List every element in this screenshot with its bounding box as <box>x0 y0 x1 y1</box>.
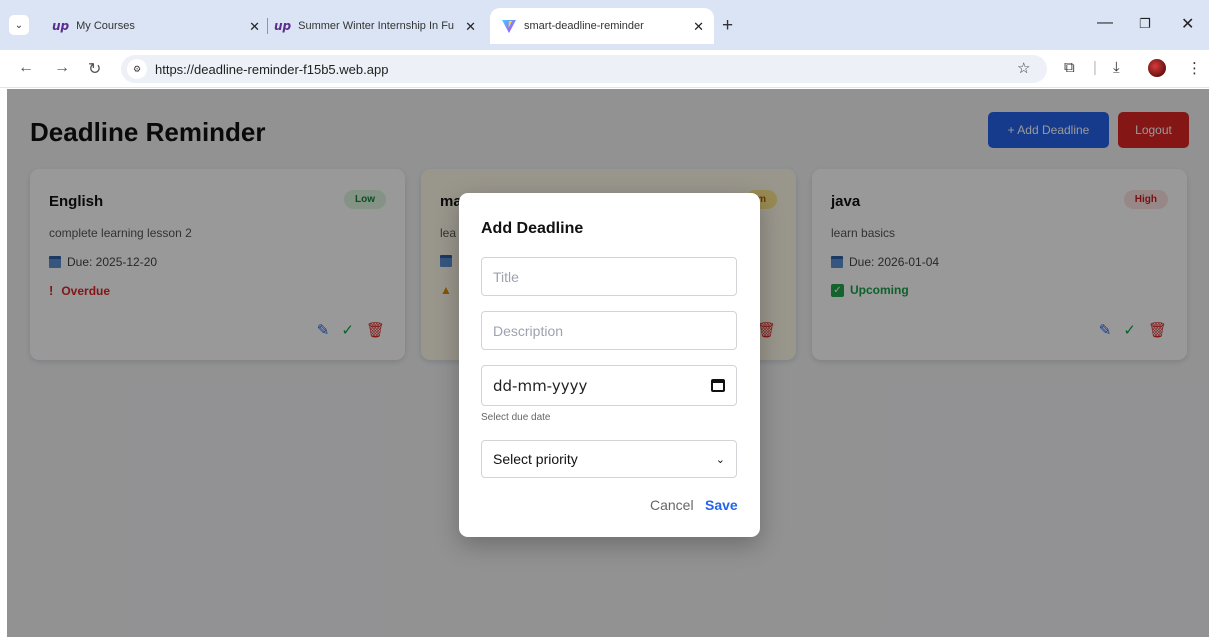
tab-close-icon[interactable]: ✕ <box>249 19 260 35</box>
chevron-down-icon: ⌄ <box>715 453 725 466</box>
extensions-icon[interactable]: ⧉ <box>1064 59 1075 76</box>
window-close-icon[interactable]: ✕ <box>1181 14 1194 34</box>
save-button[interactable]: Save <box>705 497 738 513</box>
priority-select[interactable]: Select priority ⌄ <box>481 440 737 478</box>
calendar-picker-icon[interactable] <box>711 379 725 392</box>
restore-icon[interactable]: ❐ <box>1139 16 1151 32</box>
url-text[interactable]: https://deadline-reminder-f15b5.web.app <box>155 62 388 77</box>
tab-close-icon[interactable]: ✕ <box>465 19 476 35</box>
toolbar-divider: | <box>1093 59 1097 76</box>
reload-icon[interactable]: ↻ <box>88 59 101 79</box>
tab-title: smart-deadline-reminder <box>524 20 644 32</box>
tab-smart-deadline-reminder[interactable]: smart-deadline-reminder ✕ <box>490 8 714 44</box>
forward-arrow-icon[interactable]: → <box>54 59 70 77</box>
download-icon[interactable]: ⤓ <box>1113 59 1120 76</box>
tab-search-chevron-icon[interactable]: ⌄ <box>9 15 29 35</box>
back-arrow-icon[interactable]: ← <box>18 59 34 77</box>
omnibox[interactable]: ⚙ https://deadline-reminder-f15b5.web.ap… <box>121 55 1047 83</box>
add-deadline-modal: Add Deadline dd-mm-yyyy Select due date … <box>459 193 760 537</box>
bookmark-star-icon[interactable]: ☆ <box>1017 59 1030 77</box>
tab-separator <box>267 18 268 34</box>
profile-avatar[interactable] <box>1148 59 1166 77</box>
tab-close-icon[interactable]: ✕ <box>693 19 704 35</box>
up-favicon-icon: up <box>274 19 292 33</box>
priority-select-value: Select priority <box>493 451 578 467</box>
modal-title: Add Deadline <box>481 220 584 237</box>
browser-menu-icon[interactable]: ⋮ <box>1187 59 1202 77</box>
site-settings-icon[interactable]: ⚙ <box>127 59 147 79</box>
tab-title: Summer Winter Internship In Fu <box>298 20 455 32</box>
date-hint: Select due date <box>481 412 551 423</box>
description-input[interactable] <box>481 311 737 350</box>
due-date-input[interactable]: dd-mm-yyyy <box>481 365 737 406</box>
tab-internship[interactable]: up Summer Winter Internship In Fu ✕ <box>274 8 476 44</box>
vite-icon <box>502 19 516 33</box>
new-tab-plus-icon[interactable]: + <box>722 15 733 37</box>
tab-title: My Courses <box>76 20 135 32</box>
title-input[interactable] <box>481 257 737 296</box>
browser-tab-bar: ⌄ up My Courses ✕ up Summer Winter Inter… <box>0 0 1209 50</box>
tab-my-courses[interactable]: up My Courses ✕ <box>52 8 260 44</box>
up-favicon-icon: up <box>52 19 70 33</box>
cancel-button[interactable]: Cancel <box>650 497 694 513</box>
date-value: dd-mm-yyyy <box>493 376 588 395</box>
browser-address-bar: ← → ↻ ⚙ https://deadline-reminder-f15b5.… <box>0 50 1209 88</box>
minimize-icon[interactable]: — <box>1097 14 1113 32</box>
